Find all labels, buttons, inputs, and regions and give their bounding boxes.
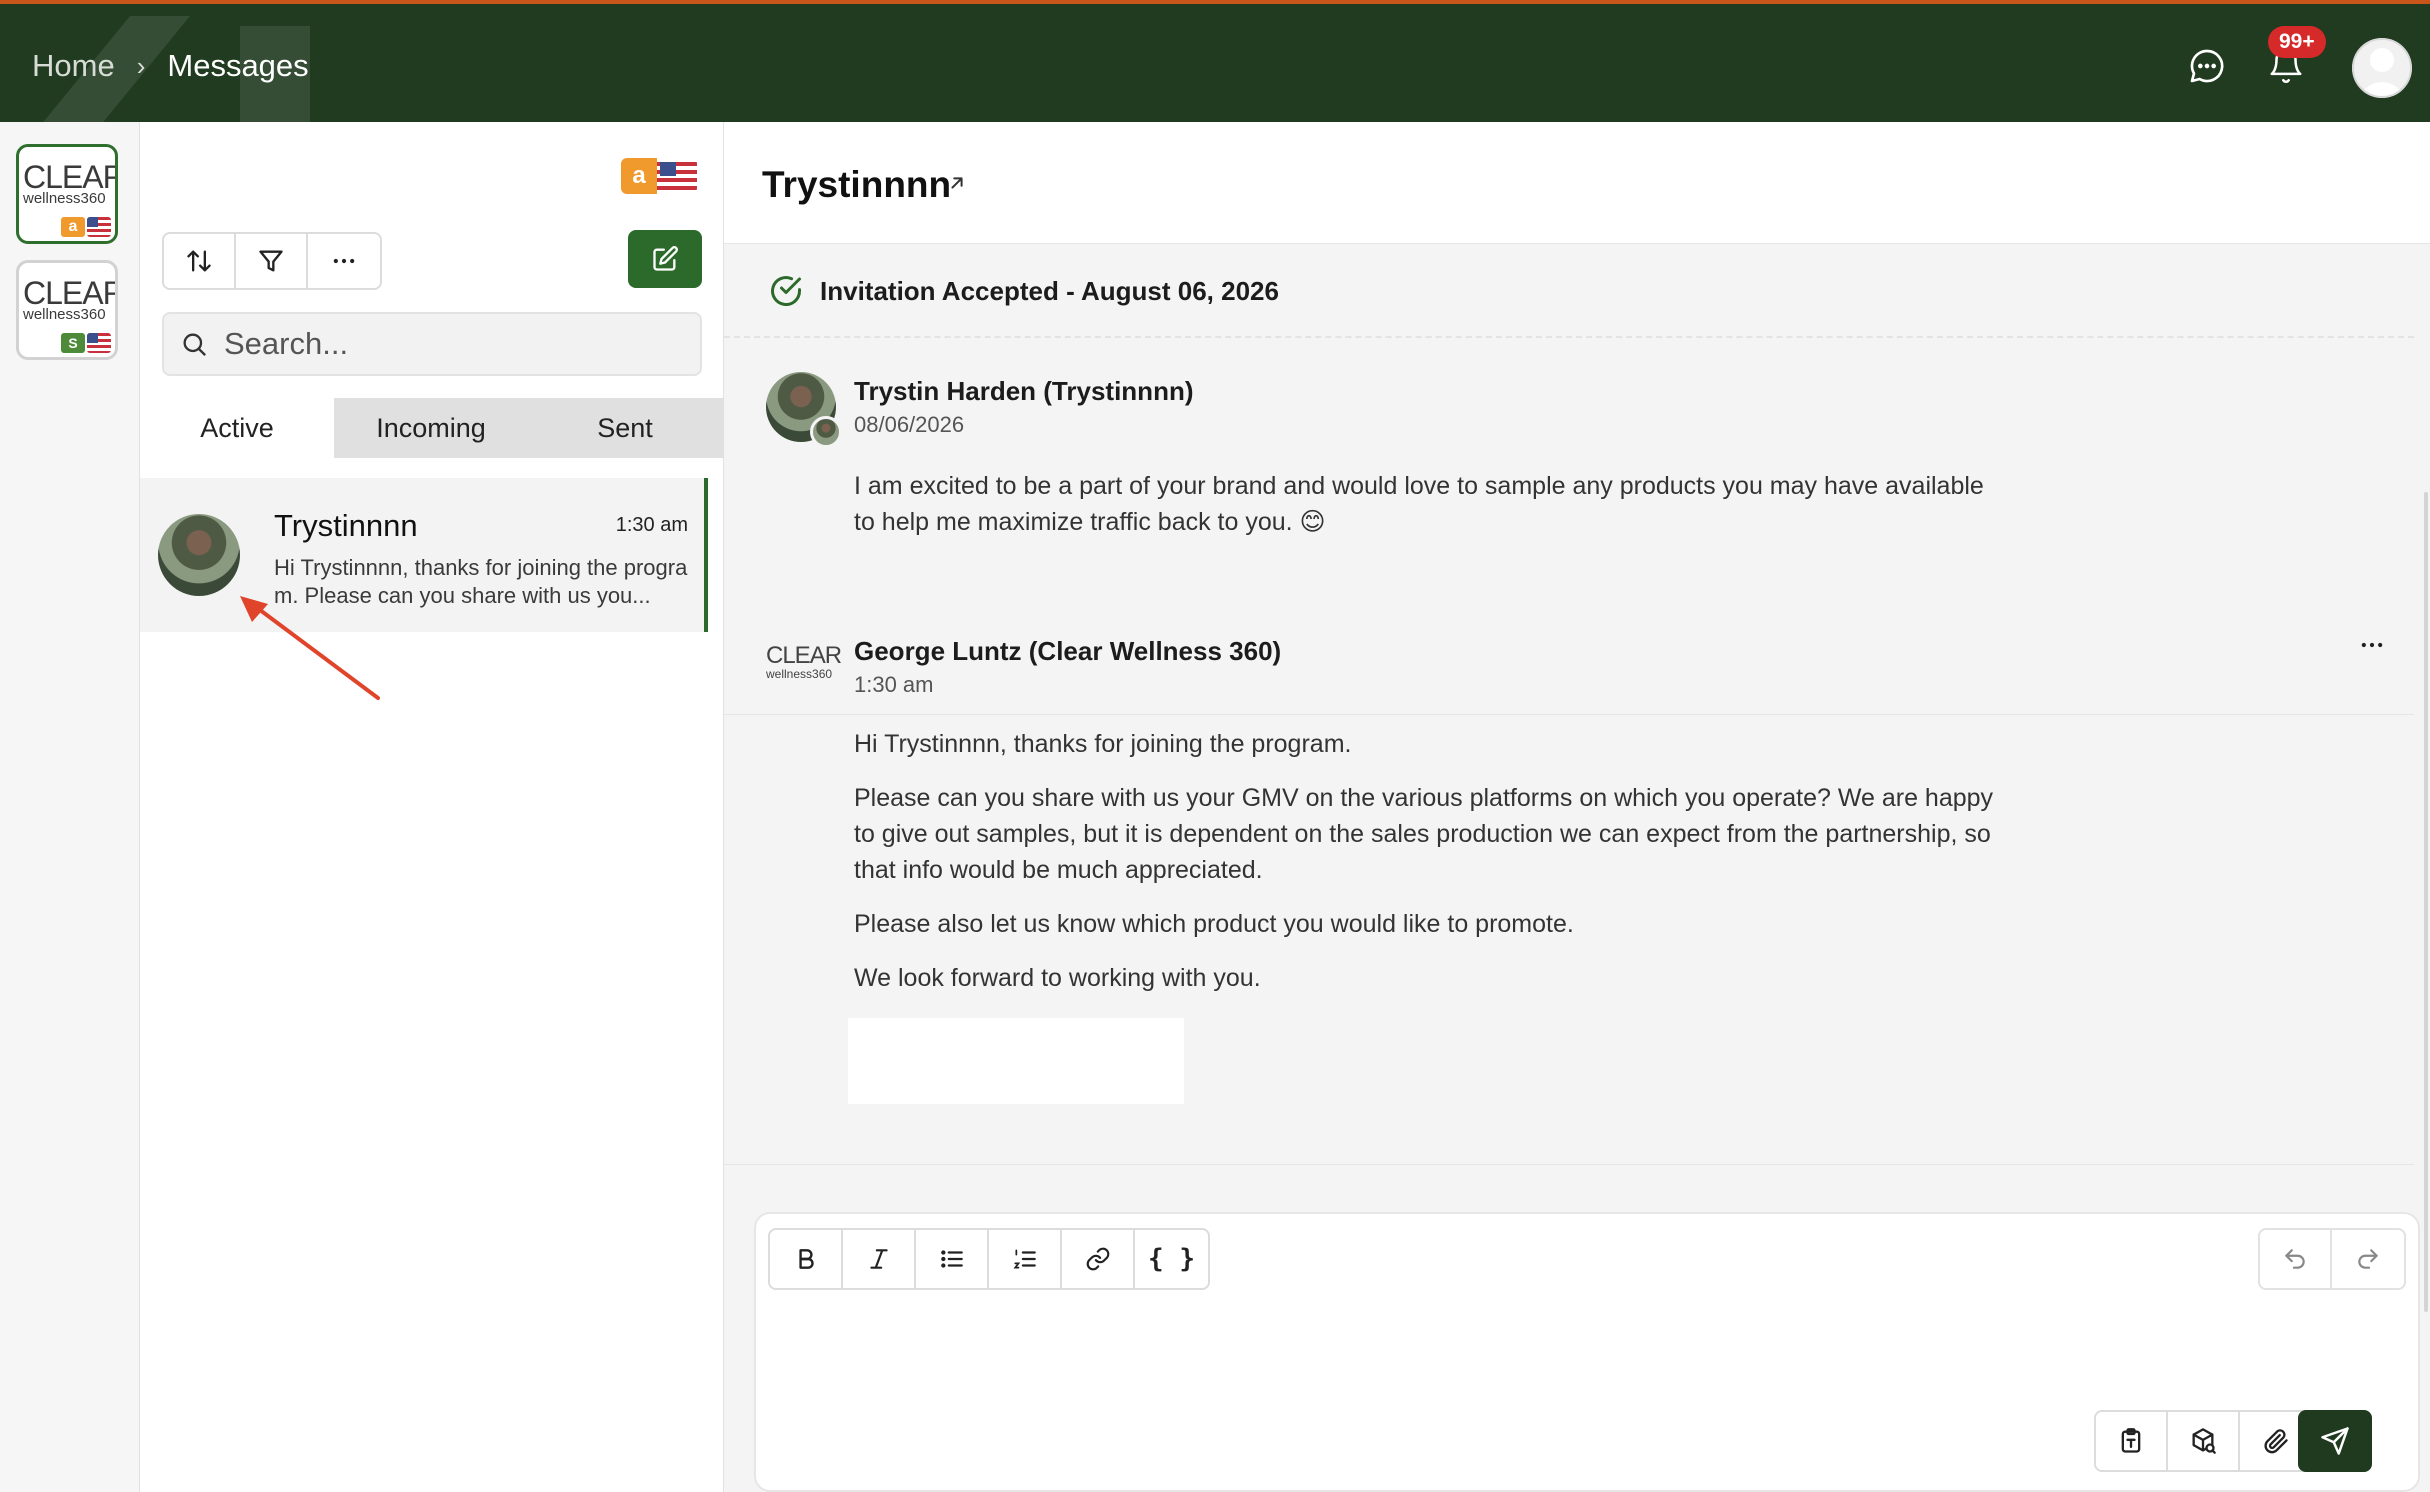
send-icon (2321, 1427, 2349, 1455)
conversation-tabs: Active Incoming Sent (140, 398, 724, 458)
undo-icon (2285, 1249, 2305, 1269)
brand-card-clear-wellness-shopify[interactable]: CLEAR wellness360 S (16, 260, 118, 360)
brand-card-clear-wellness-amazon[interactable]: CLEAR wellness360 a (16, 144, 118, 244)
message-time: 08/06/2026 (854, 412, 965, 437)
annotation-arrow-icon (240, 596, 380, 700)
numbered-list-button[interactable] (989, 1230, 1062, 1288)
message-body: I am excited to be a part of your brand … (854, 468, 2004, 558)
us-flag-icon (87, 217, 111, 237)
brand-logo: CLEAR wellness360 (766, 642, 842, 681)
message-paragraph: I am excited to be a part of your brand … (854, 472, 1984, 536)
user-avatar[interactable] (2352, 38, 2412, 98)
template-button[interactable] (2096, 1412, 2168, 1470)
sort-icon (187, 250, 211, 272)
message-sender: Trystin Harden (Trystinnnn) (854, 376, 1194, 406)
tab-active[interactable]: Active (140, 398, 334, 458)
notification-count-badge: 99+ (2268, 26, 2326, 58)
message-attachment-placeholder (848, 1018, 1184, 1104)
marketplace-badge: a (621, 158, 697, 194)
chat-header: Trystinnnn (724, 122, 2430, 244)
conversation-name: Trystinnnn (274, 508, 418, 543)
product-button[interactable] (2168, 1412, 2240, 1470)
bullet-list-icon (940, 1250, 963, 1268)
brand-marketplace-tag: a (61, 217, 111, 237)
composer-actions (2094, 1410, 2314, 1472)
message-composer: { } (754, 1212, 2420, 1492)
brand-marketplace-tag: S (61, 333, 111, 353)
bullet-list-button[interactable] (916, 1230, 989, 1288)
list-toolbar (162, 232, 382, 290)
brand-switcher-rail: CLEAR wellness360 a CLEAR wellness360 S (0, 122, 140, 1492)
italic-icon (869, 1249, 888, 1269)
message-editor[interactable] (776, 1304, 2396, 1400)
message-more-icon[interactable] (2352, 630, 2392, 660)
store-selector[interactable] (164, 138, 534, 150)
undo-button[interactable] (2260, 1230, 2332, 1288)
compose-icon (653, 246, 678, 271)
conversation-time: 1:30 am (615, 514, 688, 536)
redo-button[interactable] (2332, 1230, 2404, 1288)
search-field[interactable] (162, 312, 702, 376)
shopify-icon: S (61, 333, 85, 353)
italic-button[interactable] (843, 1230, 916, 1288)
paperclip-icon (2264, 1429, 2288, 1454)
compose-button[interactable] (628, 230, 702, 288)
us-flag-icon (657, 158, 697, 194)
message-paragraph: Hi Trystinnnn, thanks for joining the pr… (854, 730, 1352, 758)
breadcrumb-current: Messages (167, 48, 309, 83)
chevron-right-icon: › (136, 50, 146, 81)
clipboard-icon (2121, 1428, 2141, 1453)
numbered-list-icon (1013, 1249, 1036, 1269)
breadcrumb: Home › Messages (32, 48, 309, 84)
bold-button[interactable] (770, 1230, 843, 1288)
chat-scrollbar[interactable] (2424, 492, 2428, 1312)
product-box-icon (2192, 1428, 2216, 1454)
message-paragraph: Please can you share with us your GMV on… (854, 784, 1994, 884)
invitation-status-text: Invitation Accepted - August 06, 2026 (820, 275, 1279, 306)
invitation-status-row: Invitation Accepted - August 06, 2026 (724, 246, 2414, 338)
amazon-icon: a (61, 217, 85, 237)
amazon-icon: a (621, 158, 657, 194)
code-block-button[interactable]: { } (1135, 1230, 1208, 1288)
message-sender: George Luntz (Clear Wellness 360) (854, 636, 1282, 666)
message-paragraph: We look forward to working with you. (854, 964, 1261, 992)
conversation-avatar (158, 514, 240, 596)
tab-sent[interactable]: Sent (528, 398, 722, 458)
history-toolbar (2258, 1228, 2406, 1290)
chat-title[interactable]: Trystinnnn (762, 164, 951, 206)
sort-button[interactable] (164, 234, 236, 288)
bold-icon (798, 1249, 814, 1269)
redo-icon (2358, 1249, 2378, 1269)
brand-logo: CLEAR wellness360 (23, 275, 118, 323)
link-button[interactable] (1062, 1230, 1135, 1288)
code-braces-icon: { } (1148, 1244, 1195, 1274)
search-icon (183, 333, 206, 356)
send-button[interactable] (2298, 1410, 2372, 1472)
message-time: 1:30 am (854, 672, 934, 697)
top-navigation-bar: Home › Messages 99+ (0, 0, 2430, 122)
filter-icon (259, 250, 283, 272)
chat-bubble-icon[interactable] (2185, 44, 2229, 88)
chat-panel: Trystinnnn Invitation Accepted - August … (724, 122, 2430, 1492)
message-paragraph: Please also let us know which product yo… (854, 910, 1574, 938)
us-flag-icon (87, 333, 111, 353)
conversation-list-panel: a Search... Active Incoming Sent Trystin… (140, 122, 724, 1492)
thread-end-divider (724, 1164, 2414, 1165)
check-circle-icon (771, 276, 801, 306)
open-external-icon[interactable] (946, 172, 968, 194)
more-options-button[interactable] (308, 234, 380, 288)
formatting-toolbar: { } (768, 1228, 1210, 1290)
tab-incoming[interactable]: Incoming (334, 398, 528, 458)
search-input[interactable] (224, 326, 664, 362)
conversation-list-item[interactable]: Trystinnnn 1:30 am Hi Trystinnnn, thanks… (140, 478, 708, 632)
brand-logo: CLEAR wellness360 (23, 159, 118, 207)
message-body: Hi Trystinnnn, thanks for joining the pr… (854, 726, 2004, 1014)
more-horizontal-icon (333, 258, 355, 264)
link-icon (1086, 1247, 1109, 1271)
message-divider (724, 714, 2414, 715)
filter-button[interactable] (236, 234, 308, 288)
sender-avatar (766, 372, 842, 448)
breadcrumb-home-link[interactable]: Home (32, 48, 115, 84)
